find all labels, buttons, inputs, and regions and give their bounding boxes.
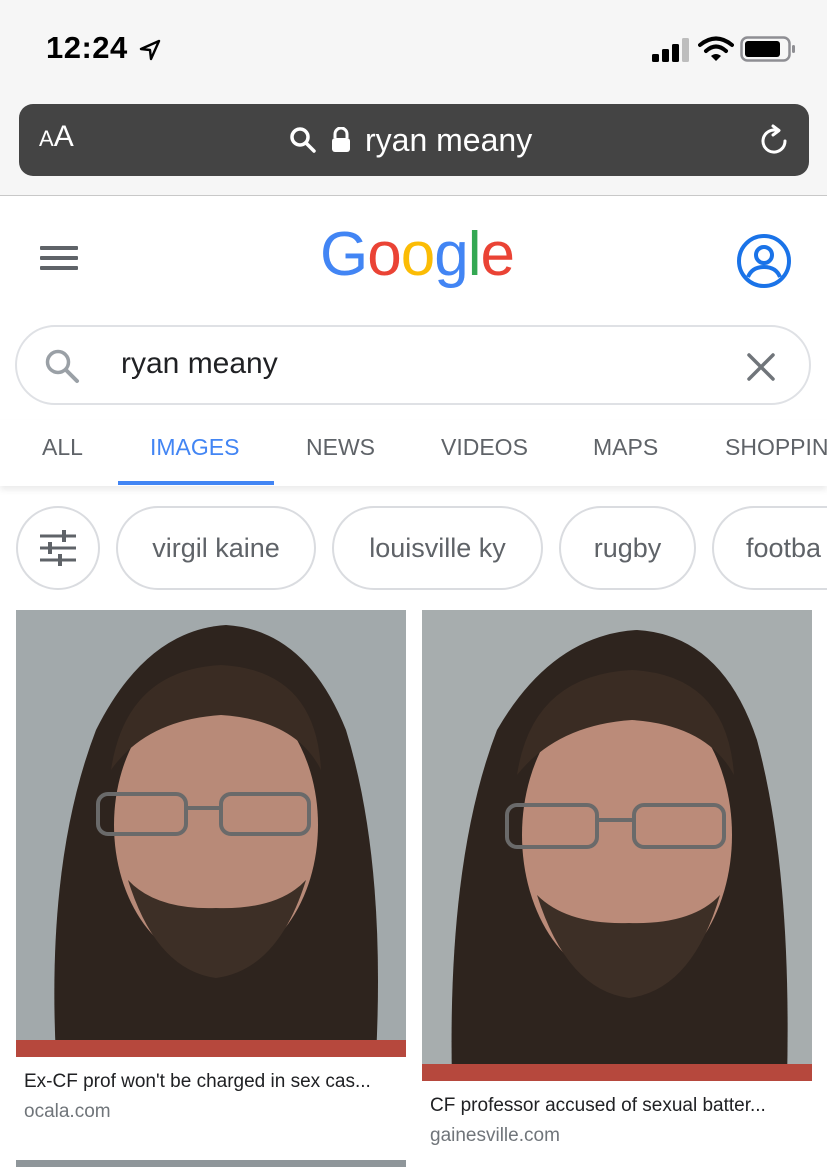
image-result[interactable]: CF professor accused of sexual batter...…	[422, 610, 812, 1147]
tab-news[interactable]: NEWS	[306, 434, 375, 461]
google-header: Google	[0, 197, 827, 317]
logo-letter: e	[480, 220, 514, 289]
tab-maps[interactable]: MAPS	[593, 434, 658, 461]
reload-icon[interactable]	[757, 124, 791, 158]
chip-rugby[interactable]: rugby	[559, 506, 696, 590]
tab-images[interactable]: IMAGES	[150, 434, 239, 461]
text-size-button[interactable]: AA	[39, 120, 74, 154]
chip-louisville-ky[interactable]: louisville ky	[332, 506, 543, 590]
clear-icon[interactable]	[745, 351, 777, 383]
next-image-result[interactable]	[16, 1160, 406, 1167]
google-logo[interactable]: Google	[320, 219, 515, 290]
lock-icon	[332, 127, 350, 152]
text-size-large-label: A	[53, 120, 74, 153]
filter-button[interactable]	[16, 506, 100, 590]
tab-videos[interactable]: VIDEOS	[441, 434, 528, 461]
result-image[interactable]	[422, 610, 812, 1081]
status-time: 12:24	[46, 30, 128, 65]
active-tab-indicator	[118, 481, 274, 485]
location-arrow-icon	[139, 39, 161, 61]
search-icon[interactable]	[43, 347, 81, 385]
chip-virgil-kaine[interactable]: virgil kaine	[116, 506, 316, 590]
text-size-small-label: A	[39, 126, 54, 151]
url-text: ryan meany	[365, 121, 533, 158]
result-caption[interactable]: CF professor accused of sexual batter...	[422, 1095, 802, 1117]
status-bar: 12:24	[0, 0, 827, 96]
tab-shopping[interactable]: SHOPPIN	[725, 434, 827, 461]
tab-all[interactable]: ALL	[42, 434, 83, 461]
result-caption[interactable]: Ex-CF prof won't be charged in sex cas..…	[16, 1071, 396, 1093]
chip-football[interactable]: footba	[712, 506, 827, 590]
cellular-signal-icon	[652, 38, 689, 62]
logo-letter: l	[467, 220, 482, 289]
address-bar[interactable]: AA ryan meany	[19, 104, 809, 176]
logo-letter: o	[400, 220, 435, 289]
search-tabs: ALL IMAGES NEWS VIDEOS MAPS SHOPPIN	[0, 420, 827, 486]
search-query-text[interactable]: ryan meany	[121, 347, 278, 381]
battery-icon	[740, 36, 795, 62]
logo-letter: g	[434, 220, 468, 289]
search-input[interactable]: ryan meany	[15, 325, 811, 405]
logo-letter: G	[320, 220, 368, 289]
browser-toolbar: AA ryan meany	[0, 96, 827, 196]
tune-icon	[40, 530, 76, 566]
wifi-icon	[698, 36, 734, 61]
image-result[interactable]: Ex-CF prof won't be charged in sex cas..…	[16, 610, 406, 1123]
menu-icon[interactable]	[40, 246, 78, 270]
logo-letter: o	[367, 220, 401, 289]
account-icon[interactable]	[736, 233, 792, 289]
result-image[interactable]	[16, 610, 406, 1057]
related-chips: virgil kaine louisville ky rugby footba	[0, 506, 827, 590]
url-display[interactable]: ryan meany	[289, 118, 532, 162]
result-source: ocala.com	[24, 1101, 111, 1122]
result-source: gainesville.com	[430, 1125, 560, 1146]
search-icon	[290, 127, 316, 153]
